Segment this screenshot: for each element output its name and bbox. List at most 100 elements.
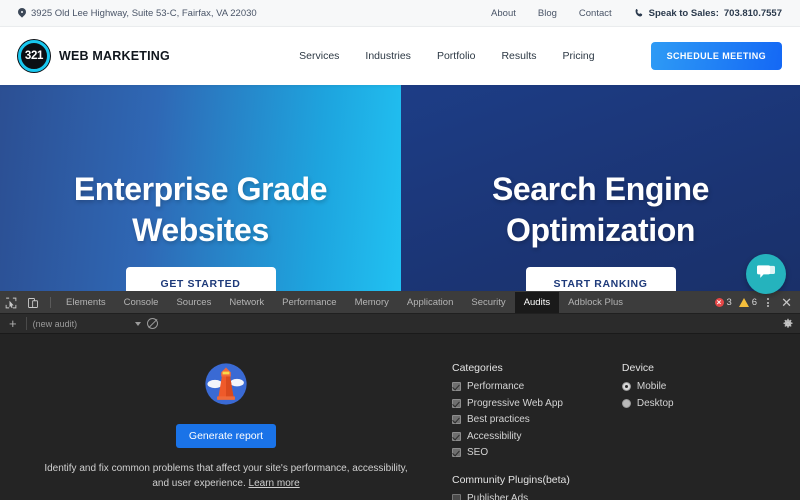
category-best-practices[interactable]: Best practices [452, 414, 570, 425]
devtools-tab-performance[interactable]: Performance [273, 292, 345, 313]
warning-count-badge[interactable]: 6 [738, 297, 758, 308]
hero-heading-left: Enterprise Grade Websites [73, 171, 328, 248]
checkbox-icon [452, 431, 461, 441]
audit-select-dropdown[interactable]: (new audit) [33, 319, 141, 329]
phone-icon [635, 8, 642, 17]
inspect-element-icon [5, 297, 17, 308]
category-seo[interactable]: SEO [452, 447, 570, 458]
audits-description: Identify and fix common problems that af… [39, 462, 414, 491]
error-count-badge[interactable]: × 3 [714, 297, 732, 308]
audits-start-view: Generate report Identify and fix common … [0, 346, 452, 500]
topbar-link-blog[interactable]: Blog [538, 8, 557, 19]
topbar-links: About Blog Contact Speak to Sales: 703.8… [491, 8, 782, 19]
category-label: SEO [467, 447, 489, 458]
toolbar-separator [25, 317, 27, 330]
categories-group: Categories Performance Progressive Web A… [452, 362, 570, 500]
nav-item-pricing[interactable]: Pricing [562, 50, 594, 62]
device-toolbar-icon [28, 297, 38, 308]
plus-icon[interactable]: + [6, 317, 20, 330]
device-group: Device Mobile Desktop [621, 362, 674, 500]
device-title: Device [621, 362, 654, 374]
nav-item-portfolio[interactable]: Portfolio [437, 50, 476, 62]
page-root: 3925 Old Lee Highway, Suite 53-C, Fairfa… [0, 0, 800, 500]
devtools-tab-memory[interactable]: Memory [346, 292, 398, 313]
audits-toolbar: + (new audit) [0, 314, 800, 334]
category-label: Accessibility [467, 430, 522, 442]
nav-item-results[interactable]: Results [501, 50, 536, 62]
settings-button[interactable] [782, 318, 794, 330]
checkbox-icon [452, 448, 461, 457]
devtools-tab-application[interactable]: Application [398, 292, 462, 313]
site-header: 321 WEB MARKETING Services Industries Po… [0, 27, 800, 85]
category-performance[interactable]: Performance [452, 381, 570, 392]
topbar-link-contact[interactable]: Contact [579, 8, 612, 19]
devtools-tab-elements[interactable]: Elements [57, 292, 115, 313]
hero-section: Enterprise Grade Websites GET STARTED Se… [0, 85, 800, 300]
error-icon: × [714, 298, 724, 307]
main-navigation: Services Industries Portfolio Results Pr… [299, 42, 782, 70]
nav-item-services[interactable]: Services [299, 50, 339, 62]
chat-widget-button[interactable] [746, 254, 786, 294]
chevron-down-icon [134, 321, 141, 326]
sales-phone-number: 703.810.7557 [723, 7, 782, 19]
checkbox-icon [452, 415, 461, 424]
devtools-tab-audits[interactable]: Audits [514, 292, 560, 313]
hero-panel-websites: Enterprise Grade Websites GET STARTED [0, 85, 401, 300]
gear-icon [783, 318, 793, 328]
devtools-status-area: × 3 6 ✕ [714, 292, 800, 313]
checkbox-icon [452, 398, 461, 408]
devtools-tab-security[interactable]: Security [462, 292, 514, 313]
nav-item-industries[interactable]: Industries [365, 50, 411, 62]
device-desktop[interactable]: Desktop [621, 397, 674, 409]
devtools-tab-sources[interactable]: Sources [167, 292, 220, 313]
logo-wordmark: WEB MARKETING [59, 49, 170, 63]
address-block: 3925 Old Lee Highway, Suite 53-C, Fairfa… [18, 8, 257, 19]
close-icon[interactable]: ✕ [779, 296, 794, 309]
community-plugins-title: Community Plugins(beta) [452, 474, 570, 486]
warning-count-value: 6 [751, 297, 758, 308]
kebab-menu-icon[interactable] [764, 298, 772, 307]
logo-badge: 321 [18, 40, 50, 72]
learn-more-link[interactable]: Learn more [249, 478, 300, 489]
category-accessibility[interactable]: Accessibility [452, 431, 570, 442]
category-label: Performance [467, 381, 525, 392]
sales-phone-block[interactable]: Speak to Sales: 703.810.7557 [634, 8, 782, 19]
schedule-meeting-button[interactable]: SCHEDULE MEETING [650, 42, 782, 70]
toolbar-divider [50, 297, 51, 308]
audits-options: Categories Performance Progressive Web A… [452, 346, 674, 500]
plugin-label: Publisher Ads [467, 493, 529, 500]
device-mobile[interactable]: Mobile [621, 381, 674, 392]
devtools-tab-console[interactable]: Console [115, 292, 168, 313]
audits-body: Generate report Identify and fix common … [0, 334, 800, 500]
devtools-tab-network[interactable]: Network [220, 292, 273, 313]
error-count-value: 3 [726, 297, 732, 308]
category-progressive-web-app[interactable]: Progressive Web App [452, 398, 570, 409]
categories-title: Categories [452, 362, 503, 374]
radio-icon [621, 398, 631, 408]
topbar-link-about[interactable]: About [491, 8, 516, 19]
device-toolbar-button[interactable] [22, 292, 44, 313]
plugin-publisher-ads[interactable]: Publisher Ads [452, 493, 570, 500]
chat-bubble-icon [757, 265, 775, 278]
map-pin-icon [18, 8, 26, 18]
warning-icon [738, 298, 749, 307]
checkbox-icon [452, 494, 461, 500]
site-logo[interactable]: 321 WEB MARKETING [18, 40, 170, 72]
device-label: Desktop [636, 397, 674, 409]
generate-report-button[interactable]: Generate report [175, 424, 277, 448]
category-label: Best practices [467, 414, 530, 425]
clear-audits-icon[interactable] [146, 318, 158, 329]
utility-topbar: 3925 Old Lee Highway, Suite 53-C, Fairfa… [0, 0, 800, 27]
category-label: Progressive Web App [467, 397, 563, 409]
hero-panel-seo: Search Engine Optimization START RANKING [401, 85, 800, 300]
inspect-element-button[interactable] [0, 292, 22, 313]
hero-heading-right: Search Engine Optimization [491, 171, 710, 248]
devtools-tab-adblock-plus[interactable]: Adblock Plus [559, 292, 632, 313]
device-label: Mobile [636, 381, 667, 392]
audit-select-value: (new audit) [32, 318, 78, 329]
devtools-panel: Elements Console Sources Network Perform… [0, 291, 800, 500]
radio-icon [621, 382, 631, 391]
lighthouse-logo-icon [205, 363, 247, 405]
address-text: 3925 Old Lee Highway, Suite 53-C, Fairfa… [31, 7, 257, 19]
sales-label: Speak to Sales: [648, 7, 719, 19]
